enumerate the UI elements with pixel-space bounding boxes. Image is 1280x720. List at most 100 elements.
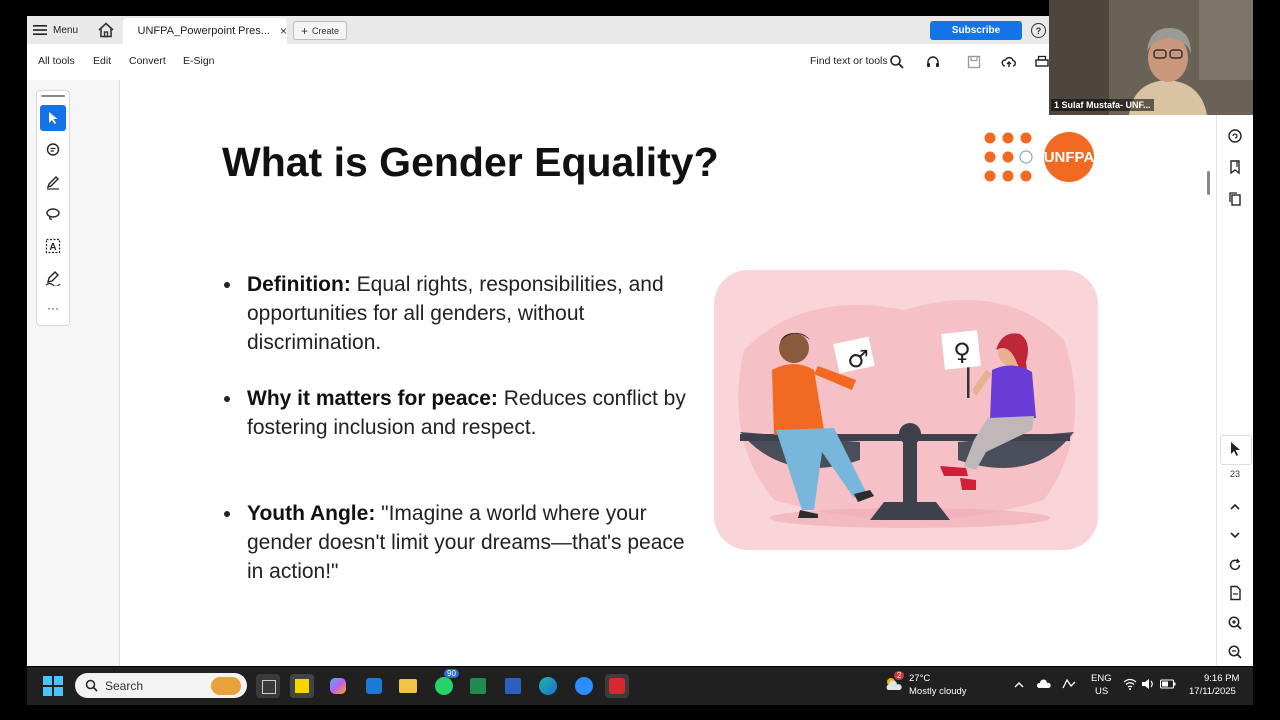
bullet-heading: Youth Angle: [247,502,376,525]
help-icon[interactable]: ? [1031,23,1046,38]
edge-icon[interactable] [536,674,560,698]
wifi-icon[interactable] [1123,678,1137,690]
vertical-scrollbar[interactable] [1207,171,1210,195]
webcam-video[interactable]: 1 Sulaf Mustafa- UNF... [1049,0,1253,115]
upload-cloud-icon[interactable] [1001,54,1017,70]
outlook-icon[interactable] [362,674,386,698]
hamburger-icon [33,25,47,35]
unfpa-logo: UNFPA [984,132,1095,182]
subscribe-button[interactable]: Subscribe [930,21,1022,40]
save-icon[interactable] [966,54,982,70]
comment-icon [46,143,60,156]
pages-icon[interactable] [1227,191,1243,207]
bullet-youth: Youth Angle: "Imagine a world where your… [224,499,694,586]
cursor-mode-box[interactable] [1220,435,1252,465]
zoom-icon[interactable] [572,674,596,698]
pointer-icon [1231,442,1240,456]
slide-title: What is Gender Equality? [222,139,719,185]
draw-tool[interactable] [40,201,66,227]
tab-title: UNFPA_Powerpoint Pres... [137,25,270,37]
bookmark-icon[interactable] [1227,159,1243,175]
chevron-down-icon[interactable] [1227,527,1243,543]
bullet-dot [224,511,230,517]
language[interactable]: ENG [1091,673,1112,684]
pdf-page: What is Gender Equality? UNFPA Definitio… [120,80,1160,666]
home-icon[interactable] [97,21,115,39]
more-tools-icon[interactable]: ··· [40,295,66,321]
sticky-notes-icon[interactable] [290,674,314,698]
highlight-icon [46,176,59,190]
close-tab-icon[interactable]: × [280,24,287,38]
windows-start-icon[interactable] [43,676,63,696]
chevron-up-icon[interactable] [1014,681,1024,689]
bullet-heading: Why it matters for peace: [247,387,498,410]
edit-menu[interactable]: Edit [93,55,111,67]
esign-menu[interactable]: E-Sign [183,55,215,67]
windows-taskbar: Search 90 2 27°C Mostly cloudy ENG US 9:… [27,667,1253,705]
create-button[interactable]: + Create [293,21,347,40]
all-tools-menu[interactable]: All tools [38,55,75,67]
search-icon[interactable] [889,54,905,70]
bullet-heading: Definition: [247,273,351,296]
select-icon [49,112,58,124]
left-tool-rail: A ··· [27,80,120,666]
text-tool[interactable]: A [40,233,66,259]
temperature: 27°C [909,673,931,684]
search-placeholder: Search [105,678,144,693]
whatsapp-badge: 90 [444,669,459,678]
volume-icon[interactable] [1141,678,1155,690]
unfpa-logo-text: UNFPA [1044,149,1095,166]
zoom-out-icon[interactable] [1227,644,1243,660]
svg-text:A: A [49,242,56,253]
search-highlight-icon [211,676,241,695]
weather-icon[interactable]: 2 [884,671,905,692]
convert-menu[interactable]: Convert [129,55,166,67]
star-icon[interactable] [131,24,132,38]
read-aloud-icon[interactable] [925,54,941,70]
gender-balance-illustration: ♂ ♀ [714,270,1098,550]
highlight-tool[interactable] [40,169,66,195]
quick-tools-panel: A ··· [36,90,70,326]
ai-assistant-icon[interactable] [1227,128,1243,144]
pen-input-icon[interactable] [1061,678,1077,690]
region[interactable]: US [1095,686,1108,697]
clock-time[interactable]: 9:16 PM [1204,673,1239,684]
participant-name: 1 Sulaf Mustafa- UNF... [1051,99,1154,111]
female-symbol: ♀ [953,338,971,366]
participant-video [1049,0,1253,115]
comment-tool[interactable] [40,137,66,163]
zoom-in-icon[interactable] [1227,615,1243,631]
battery-icon[interactable] [1160,679,1176,689]
sign-tool[interactable] [40,265,66,291]
clock-date[interactable]: 17/11/2025 [1189,686,1236,697]
file-explorer-icon[interactable] [396,674,420,698]
bullet-peace: Why it matters for peace: Reduces confli… [224,384,694,442]
page-number: 23 [1229,469,1240,479]
select-tool[interactable] [40,105,66,131]
text-select-icon: A [45,238,61,254]
plus-icon: + [300,23,308,38]
find-tools-label[interactable]: Find text or tools [810,55,888,67]
excel-icon[interactable] [466,674,490,698]
menu-label: Menu [53,24,79,36]
whatsapp-icon[interactable]: 90 [432,669,459,698]
word-icon[interactable] [501,674,525,698]
refresh-icon[interactable] [1227,557,1243,573]
task-view-icon[interactable] [256,674,280,698]
right-sidebar: 23 [1216,113,1253,666]
onedrive-icon[interactable] [1037,679,1051,689]
male-symbol: ♂ [847,345,869,373]
print-icon[interactable] [1034,54,1050,70]
bullet-dot [224,282,230,288]
chevron-up-icon[interactable] [1227,499,1243,515]
document-settings-icon[interactable] [1227,585,1243,601]
taskbar-search[interactable]: Search [75,673,247,698]
acrobat-icon[interactable] [605,674,629,698]
weather-description: Mostly cloudy [909,686,967,697]
menu-button[interactable]: Menu [33,20,78,40]
tab-document[interactable]: UNFPA_Powerpoint Pres... × [123,18,287,44]
create-label: Create [312,25,340,36]
drag-handle[interactable] [41,95,65,97]
bullet-definition: Definition: Equal rights, responsibiliti… [224,270,694,357]
copilot-icon[interactable] [326,674,350,698]
